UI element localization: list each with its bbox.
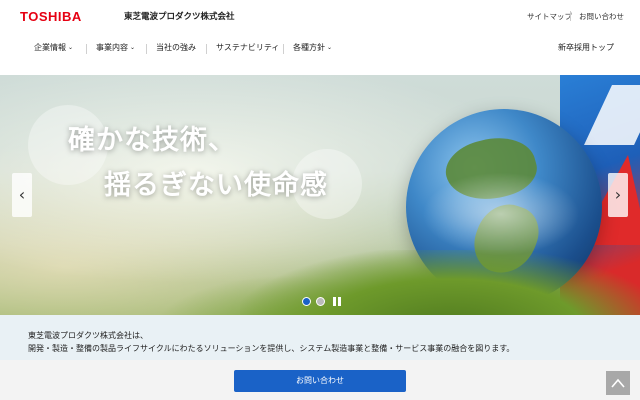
nav-item-company-info[interactable]: 企業情報 ⌄ — [34, 42, 73, 53]
contact-button[interactable]: お問い合わせ — [234, 370, 406, 392]
chevron-down-icon: ⌄ — [130, 44, 136, 51]
company-name[interactable]: 東芝電波プロダクツ株式会社 — [124, 10, 235, 22]
global-nav: 企業情報 ⌄ 事業内容 ⌄ 当社の強み サステナビリティ 各種方針 ⌄ 新卒採用トップ — [0, 36, 640, 60]
hero-slider: 確かな技術、 揺るぎない使命感 ‹ › — [0, 75, 640, 315]
nav-item-label: 企業情報 — [34, 43, 66, 52]
slider-dot-1[interactable] — [302, 297, 311, 306]
top-bar: TOSHIBA 東芝電波プロダクツ株式会社 サイトマップ お問い合わせ — [0, 0, 640, 32]
nav-item-label: サステナビリティ — [216, 43, 280, 52]
pause-icon[interactable] — [333, 297, 341, 306]
slider-prev-button[interactable]: ‹ — [12, 173, 32, 217]
hero-headline-line2: 揺るぎない使命感 — [104, 170, 328, 201]
chevron-down-icon: ⌄ — [68, 44, 74, 51]
moss-foreground — [240, 250, 640, 315]
intro-section: 東芝電波プロダクツ株式会社は、 開発・製造・整備の製品ライフサイクルにわたるソリ… — [0, 315, 640, 360]
nav-item-recruit[interactable]: 新卒採用トップ — [558, 42, 614, 53]
globe-cloud — [416, 169, 586, 259]
nav-item-label: 事業内容 — [96, 43, 128, 52]
nav-divider — [86, 44, 87, 54]
nav-divider — [146, 44, 147, 54]
chevron-down-icon: ⌄ — [327, 44, 333, 51]
nav-item-business[interactable]: 事業内容 ⌄ — [96, 42, 135, 53]
cta-section: お問い合わせ — [0, 360, 640, 400]
nav-item-policies[interactable]: 各種方針 ⌄ — [293, 42, 332, 53]
slider-dot-2[interactable] — [316, 297, 325, 306]
hero-headline-line1: 確かな技術、 — [68, 125, 236, 156]
nav-item-strengths[interactable]: 当社の強み — [156, 42, 196, 53]
intro-text-line2: 開発・製造・整備の製品ライフサイクルにわたるソリューションを提供し、システム製造… — [28, 344, 515, 353]
chevron-right-icon: › — [614, 185, 622, 204]
nav-item-sustainability[interactable]: サステナビリティ — [216, 42, 279, 53]
chevron-up-icon — [611, 378, 625, 388]
nav-item-label: 当社の強み — [156, 43, 196, 52]
slider-next-button[interactable]: › — [608, 173, 628, 217]
sitemap-link[interactable]: サイトマップ — [527, 11, 572, 22]
nav-item-label: 各種方針 — [293, 43, 325, 52]
nav-divider — [206, 44, 207, 54]
contact-link[interactable]: お問い合わせ — [579, 11, 624, 22]
utility-divider — [570, 11, 571, 21]
toshiba-logo[interactable]: TOSHIBA — [20, 9, 82, 24]
back-to-top-button[interactable] — [606, 371, 630, 395]
intro-text-line1: 東芝電波プロダクツ株式会社は、 — [28, 331, 148, 340]
chevron-left-icon: ‹ — [18, 185, 26, 204]
nav-divider — [283, 44, 284, 54]
